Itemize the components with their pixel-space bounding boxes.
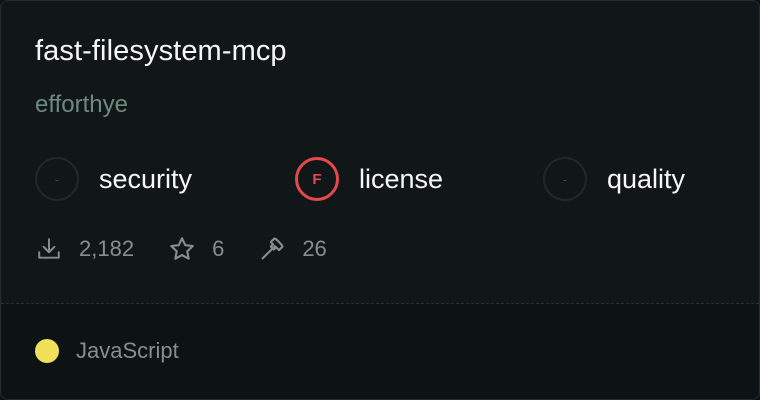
hammer-icon [258,235,286,263]
package-stats: 2,182 6 26 [35,233,361,265]
download-icon [35,235,63,263]
license-score: F license [295,155,443,203]
license-score-label: license [359,163,444,194]
downloads-stat: 2,182 [35,235,134,263]
package-name[interactable]: fast-filesystem-mcp [35,35,287,68]
quality-score-badge: - [543,157,587,201]
language-indicator: JavaScript [35,338,179,364]
quality-score-label: quality [607,163,686,194]
package-card[interactable]: fast-filesystem-mcp efforthye - security… [0,0,760,400]
language-name: JavaScript [76,338,179,363]
card-footer: JavaScript [1,304,759,399]
package-owner[interactable]: efforthye [35,91,128,119]
security-score-label: security [99,163,193,194]
quality-score: - quality [543,155,685,203]
tools-count: 26 [302,236,327,261]
language-color-dot [35,339,59,363]
tools-stat: 26 [258,235,327,263]
downloads-count: 2,182 [79,236,135,261]
license-score-badge: F [295,157,339,201]
stars-stat: 6 [168,235,224,263]
security-score: - security [35,155,192,203]
security-score-badge: - [35,157,79,201]
stars-count: 6 [212,236,225,261]
star-icon [168,235,196,263]
